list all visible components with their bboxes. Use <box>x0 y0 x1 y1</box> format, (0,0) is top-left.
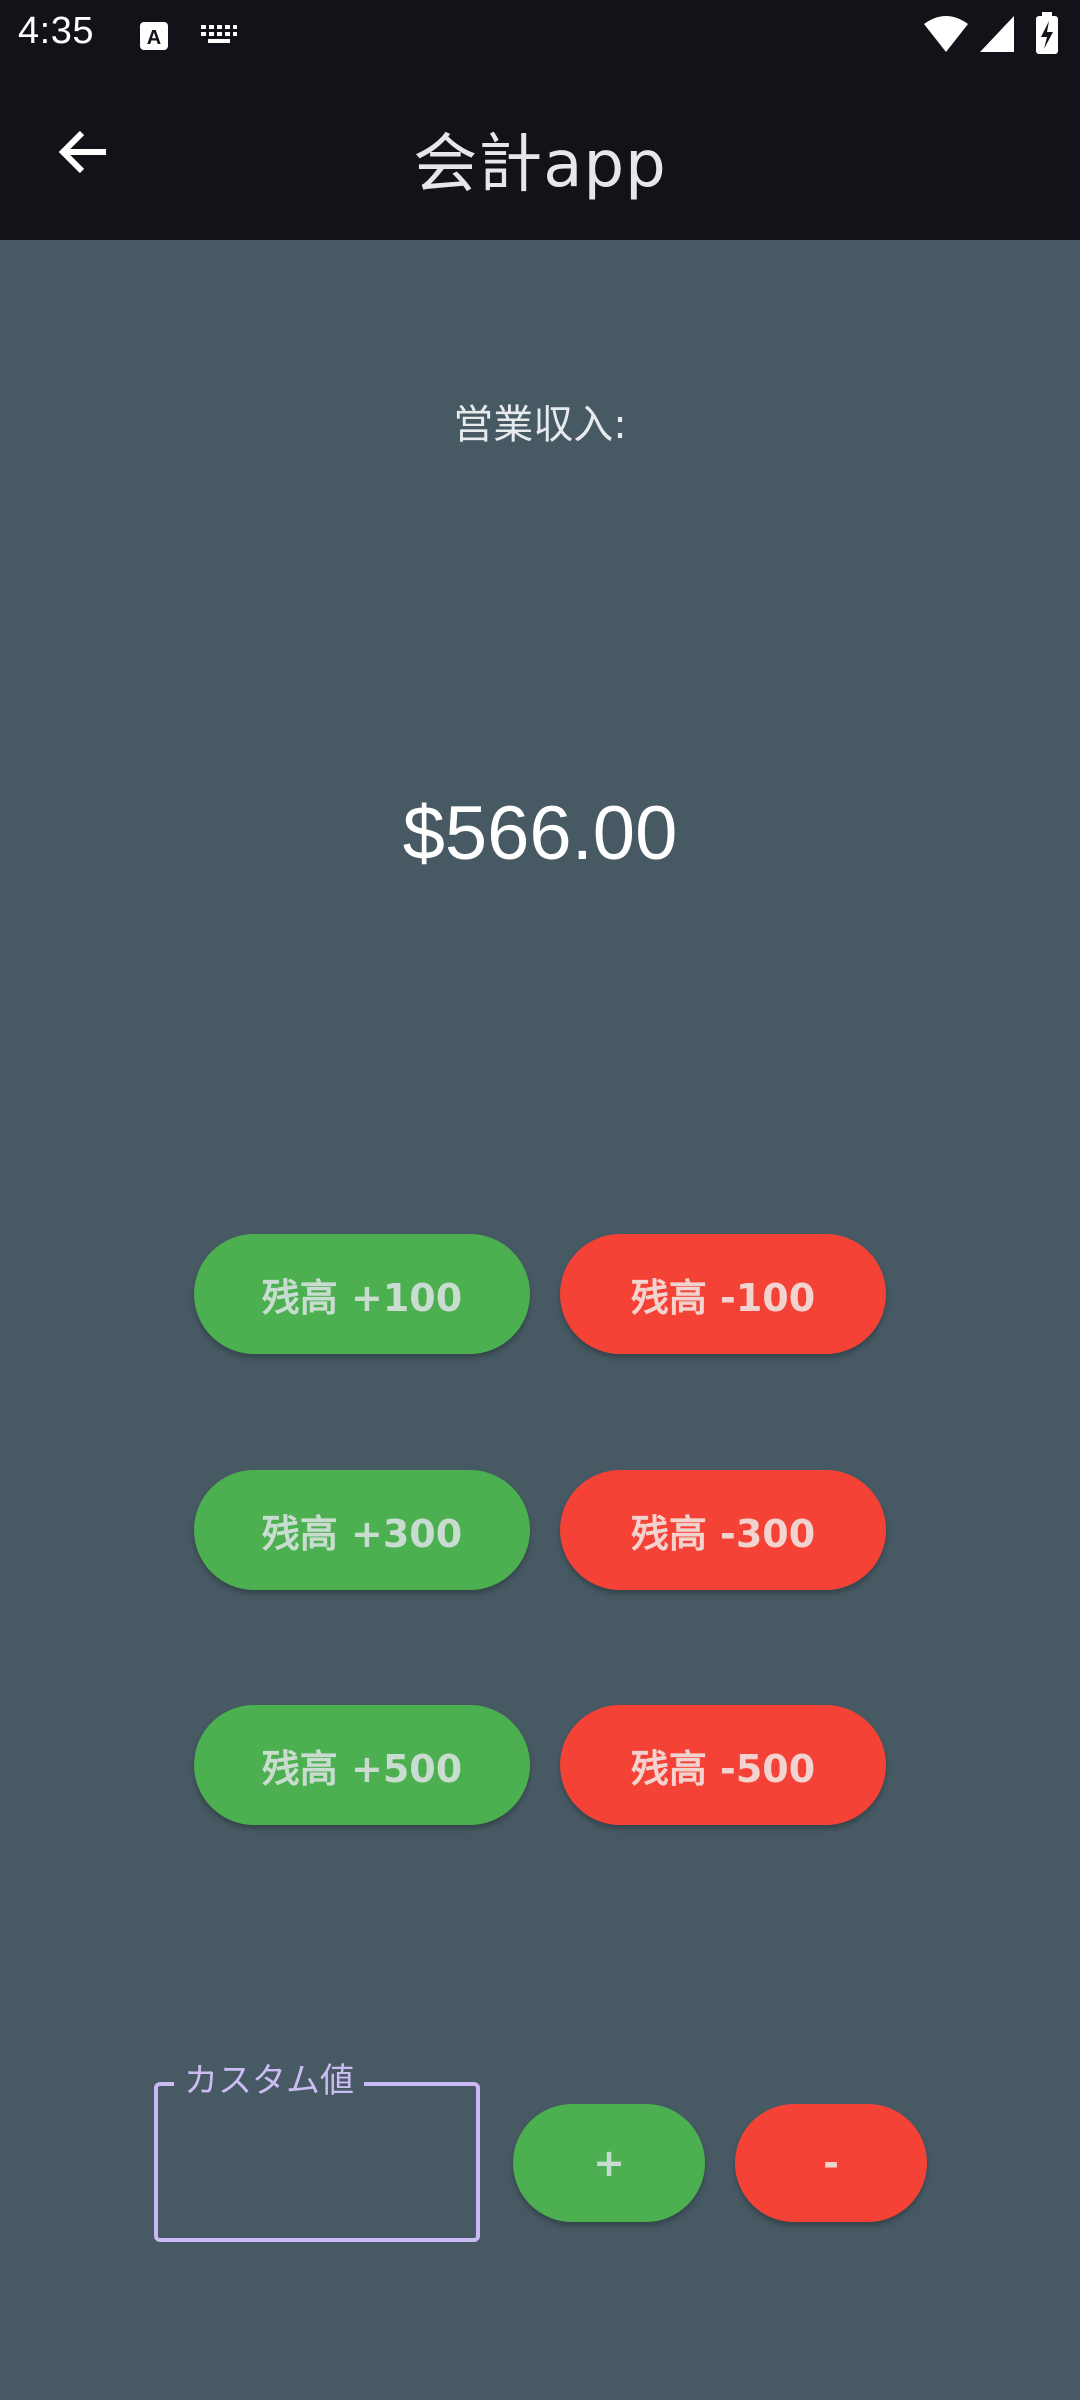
add-300-button[interactable]: 残高 +300 <box>194 1470 530 1590</box>
subtract-500-button[interactable]: 残高 -500 <box>560 1705 886 1825</box>
battery-icon <box>1034 12 1060 60</box>
balance-amount: $566.00 <box>402 791 678 876</box>
custom-value-label: カスタム値 <box>174 2056 364 2106</box>
custom-add-button[interactable]: + <box>513 2104 705 2222</box>
svg-text:A: A <box>147 27 161 49</box>
custom-value-field: カスタム値 <box>154 2056 480 2242</box>
notification-a-icon: A <box>138 20 170 56</box>
add-100-button[interactable]: 残高 +100 <box>194 1234 530 1354</box>
status-bar: 4:35 A <box>0 0 1080 70</box>
signal-icon <box>978 14 1016 58</box>
custom-value-input[interactable] <box>178 2126 456 2198</box>
custom-subtract-button[interactable]: - <box>735 2104 927 2222</box>
income-label: 営業収入: <box>453 402 627 448</box>
app-bar: 会計app <box>0 70 1080 240</box>
subtract-100-button[interactable]: 残高 -100 <box>560 1234 886 1354</box>
keyboard-icon <box>200 24 238 50</box>
app-title: 会計app <box>413 128 667 202</box>
wifi-icon <box>922 14 970 58</box>
add-500-button[interactable]: 残高 +500 <box>194 1705 530 1825</box>
subtract-300-button[interactable]: 残高 -300 <box>560 1470 886 1590</box>
status-time: 4:35 <box>18 10 94 52</box>
